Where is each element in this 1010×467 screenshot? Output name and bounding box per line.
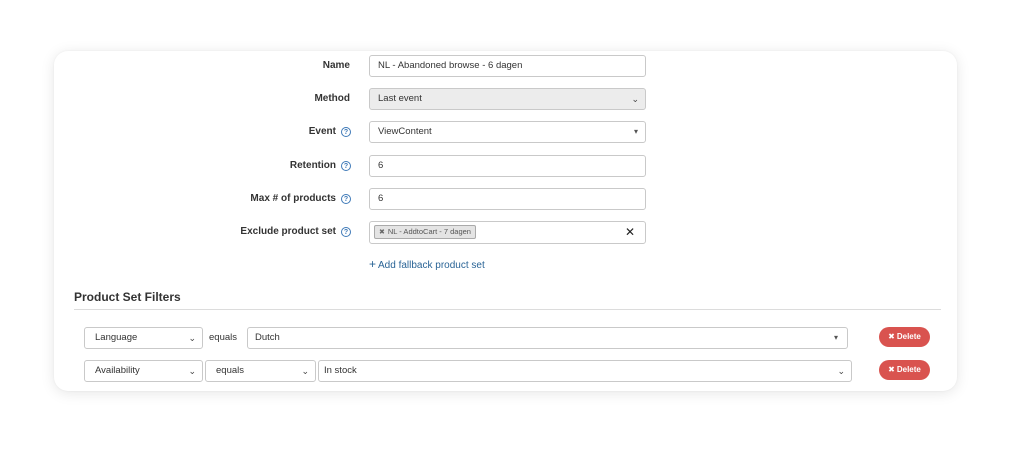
selected-product-set-tag: ✖ NL - AddtoCart - 7 dagen	[374, 225, 476, 239]
filter-field-value: Language	[95, 332, 138, 343]
section-divider	[74, 309, 941, 310]
delete-filter-button[interactable]: ✖ Delete	[879, 327, 930, 347]
method-select[interactable]: Last event ⌄	[369, 88, 646, 110]
filter-operator-text: equals	[209, 332, 237, 343]
max-products-label-wrap: Max # of products ?	[250, 188, 351, 210]
times-icon: ✖	[888, 365, 895, 374]
max-products-row: Max # of products ? 6	[54, 188, 957, 210]
product-set-filters-title: Product Set Filters	[74, 290, 181, 304]
event-value: ViewContent	[378, 126, 432, 137]
retention-input[interactable]: 6	[369, 155, 646, 177]
caret-down-icon: ▾	[633, 127, 638, 136]
add-fallback-label: Add fallback product set	[378, 260, 485, 271]
filter-value: In stock	[324, 365, 357, 376]
chevron-down-icon: ⌄	[301, 366, 309, 376]
retention-label: Retention	[289, 160, 336, 171]
retention-row: Retention ? 6	[54, 155, 957, 177]
filter-field-select[interactable]: Language ⌄	[84, 327, 203, 349]
filter-field-select[interactable]: Availability ⌄	[84, 360, 203, 382]
event-label-wrap: Event ?	[309, 121, 351, 143]
close-icon[interactable]: ✕	[625, 222, 635, 242]
chevron-down-icon: ⌄	[188, 366, 196, 376]
plus-icon: +	[369, 257, 377, 271]
remove-tag-x-icon[interactable]: ✖	[379, 229, 385, 236]
chevron-down-icon: ⌄	[631, 94, 639, 104]
question-circle-icon[interactable]: ?	[341, 161, 351, 171]
question-circle-icon[interactable]: ?	[341, 194, 351, 204]
event-row: Event ? ViewContent ▾	[54, 121, 957, 143]
chevron-down-icon: ⌄	[837, 366, 845, 376]
max-products-input[interactable]: 6	[369, 188, 646, 210]
method-row: Method Last event ⌄	[54, 88, 957, 110]
event-label: Event	[308, 126, 336, 137]
name-label: Name	[322, 60, 350, 71]
max-products-label: Max # of products	[250, 193, 336, 204]
tag-label: NL - AddtoCart - 7 dagen	[387, 227, 471, 236]
delete-label: Delete	[896, 332, 921, 341]
method-label: Method	[314, 93, 350, 104]
retention-label-wrap: Retention ?	[290, 155, 351, 177]
caret-down-icon: ▾	[833, 333, 838, 342]
exclude-product-set-label-wrap: Exclude product set ?	[240, 221, 351, 243]
event-select[interactable]: ViewContent ▾	[369, 121, 646, 143]
filter-value-select[interactable]: Dutch ▾	[247, 327, 848, 349]
add-fallback-product-set-link[interactable]: + Add fallback product set	[369, 257, 485, 271]
filter-operator-select[interactable]: equals ⌄	[205, 360, 316, 382]
exclude-product-set-label: Exclude product set	[240, 226, 336, 237]
times-icon: ✖	[888, 332, 895, 341]
chevron-down-icon: ⌄	[188, 333, 196, 343]
filter-value-select[interactable]: In stock ⌄	[318, 360, 852, 382]
question-circle-icon[interactable]: ?	[341, 127, 351, 137]
filter-field-value: Availability	[95, 365, 140, 376]
exclude-product-set-row: Exclude product set ? ✖ NL - AddtoCart - …	[54, 221, 957, 244]
filter-operator-value: equals	[216, 365, 244, 376]
product-set-card: Name NL - Abandoned browse - 6 dagen Met…	[54, 51, 957, 391]
method-value: Last event	[378, 93, 422, 104]
filter-value: Dutch	[255, 332, 280, 343]
delete-filter-button[interactable]: ✖ Delete	[879, 360, 930, 380]
question-circle-icon[interactable]: ?	[341, 227, 351, 237]
exclude-product-set-select[interactable]: ✖ NL - AddtoCart - 7 dagen ✕	[369, 221, 646, 244]
delete-label: Delete	[896, 365, 921, 374]
name-row: Name NL - Abandoned browse - 6 dagen	[54, 55, 957, 77]
name-input[interactable]: NL - Abandoned browse - 6 dagen	[369, 55, 646, 77]
